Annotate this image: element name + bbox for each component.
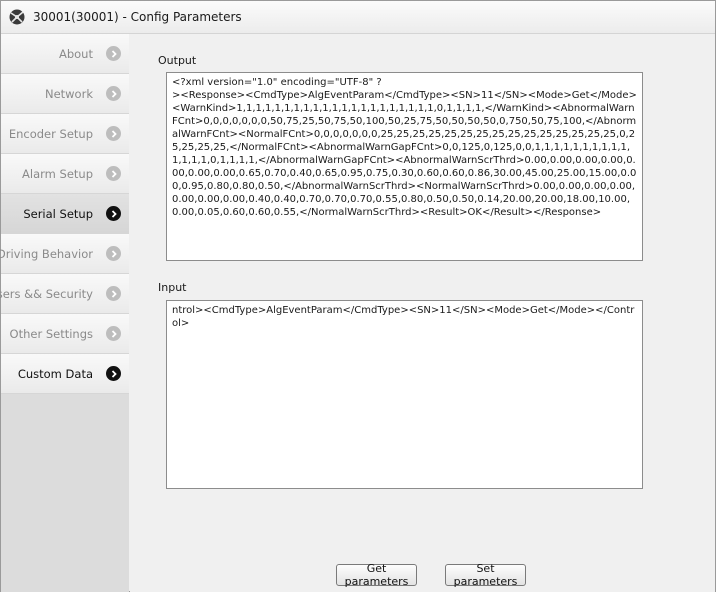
chevron-right-icon xyxy=(106,166,121,181)
input-label: Input xyxy=(158,281,187,294)
output-label: Output xyxy=(158,54,197,67)
title-bar[interactable]: 30001(30001) - Config Parameters xyxy=(1,1,715,34)
get-parameters-button[interactable]: Get parameters xyxy=(336,562,417,588)
sidebar-item-network[interactable]: Network xyxy=(1,74,129,114)
chevron-right-icon xyxy=(106,126,121,141)
sidebar-item-label: Users && Security xyxy=(0,286,93,301)
sidebar-item-other-settings[interactable]: Other Settings xyxy=(1,314,129,354)
chevron-right-icon xyxy=(106,366,121,381)
set-parameters-button[interactable]: Set parameters xyxy=(445,562,526,588)
sidebar-item-label: About xyxy=(58,46,93,61)
sidebar-item-alarm-setup[interactable]: Alarm Setup xyxy=(1,154,129,194)
chevron-right-icon xyxy=(106,46,121,61)
sidebar-item-label: Alarm Setup xyxy=(22,166,93,181)
chevron-right-icon xyxy=(106,326,121,341)
sidebar-item-users-and-security[interactable]: Users && Security xyxy=(0,274,129,314)
sidebar-item-label: Network xyxy=(44,86,93,101)
sidebar-item-label: Encoder Setup xyxy=(8,126,93,141)
sidebar-item-about[interactable]: About xyxy=(1,34,129,74)
chevron-right-icon xyxy=(106,286,121,301)
chevron-right-icon xyxy=(106,206,121,221)
sidebar: About Network Encoder Setup Alarm Setup Seri… xyxy=(0,34,129,592)
sidebar-item-custom-data[interactable]: Custom Data xyxy=(1,354,129,394)
sidebar-item-label: Serial Setup xyxy=(23,206,93,221)
sidebar-item-label: Other Settings xyxy=(9,326,93,341)
chevron-right-icon xyxy=(106,246,121,261)
sidebar-nav: About Network Encoder Setup Alarm Setup Seri… xyxy=(0,34,129,394)
sidebar-item-driving-behavior[interactable]: Driving Behavior xyxy=(0,234,129,274)
sidebar-item-label: Custom Data xyxy=(17,366,93,381)
sidebar-item-serial-setup[interactable]: Serial Setup xyxy=(1,194,129,234)
input-textarea[interactable]: ntrol><CmdType>AlgEventParam</CmdType><S… xyxy=(166,300,643,489)
sidebar-item-encoder-setup[interactable]: Encoder Setup xyxy=(1,114,129,154)
app-logo-icon xyxy=(8,8,26,26)
main-panel: Output <?xml version="1.0" encoding="UTF… xyxy=(130,34,715,592)
window-title: 30001(30001) - Config Parameters xyxy=(33,10,242,24)
chevron-right-icon xyxy=(106,86,121,101)
config-window: 30001(30001) - Config Parameters About Ne… xyxy=(0,0,716,592)
sidebar-item-label: Driving Behavior xyxy=(0,246,93,261)
sidebar-empty-area xyxy=(1,394,129,592)
output-textarea[interactable]: <?xml version="1.0" encoding="UTF-8" ? >… xyxy=(166,72,643,261)
